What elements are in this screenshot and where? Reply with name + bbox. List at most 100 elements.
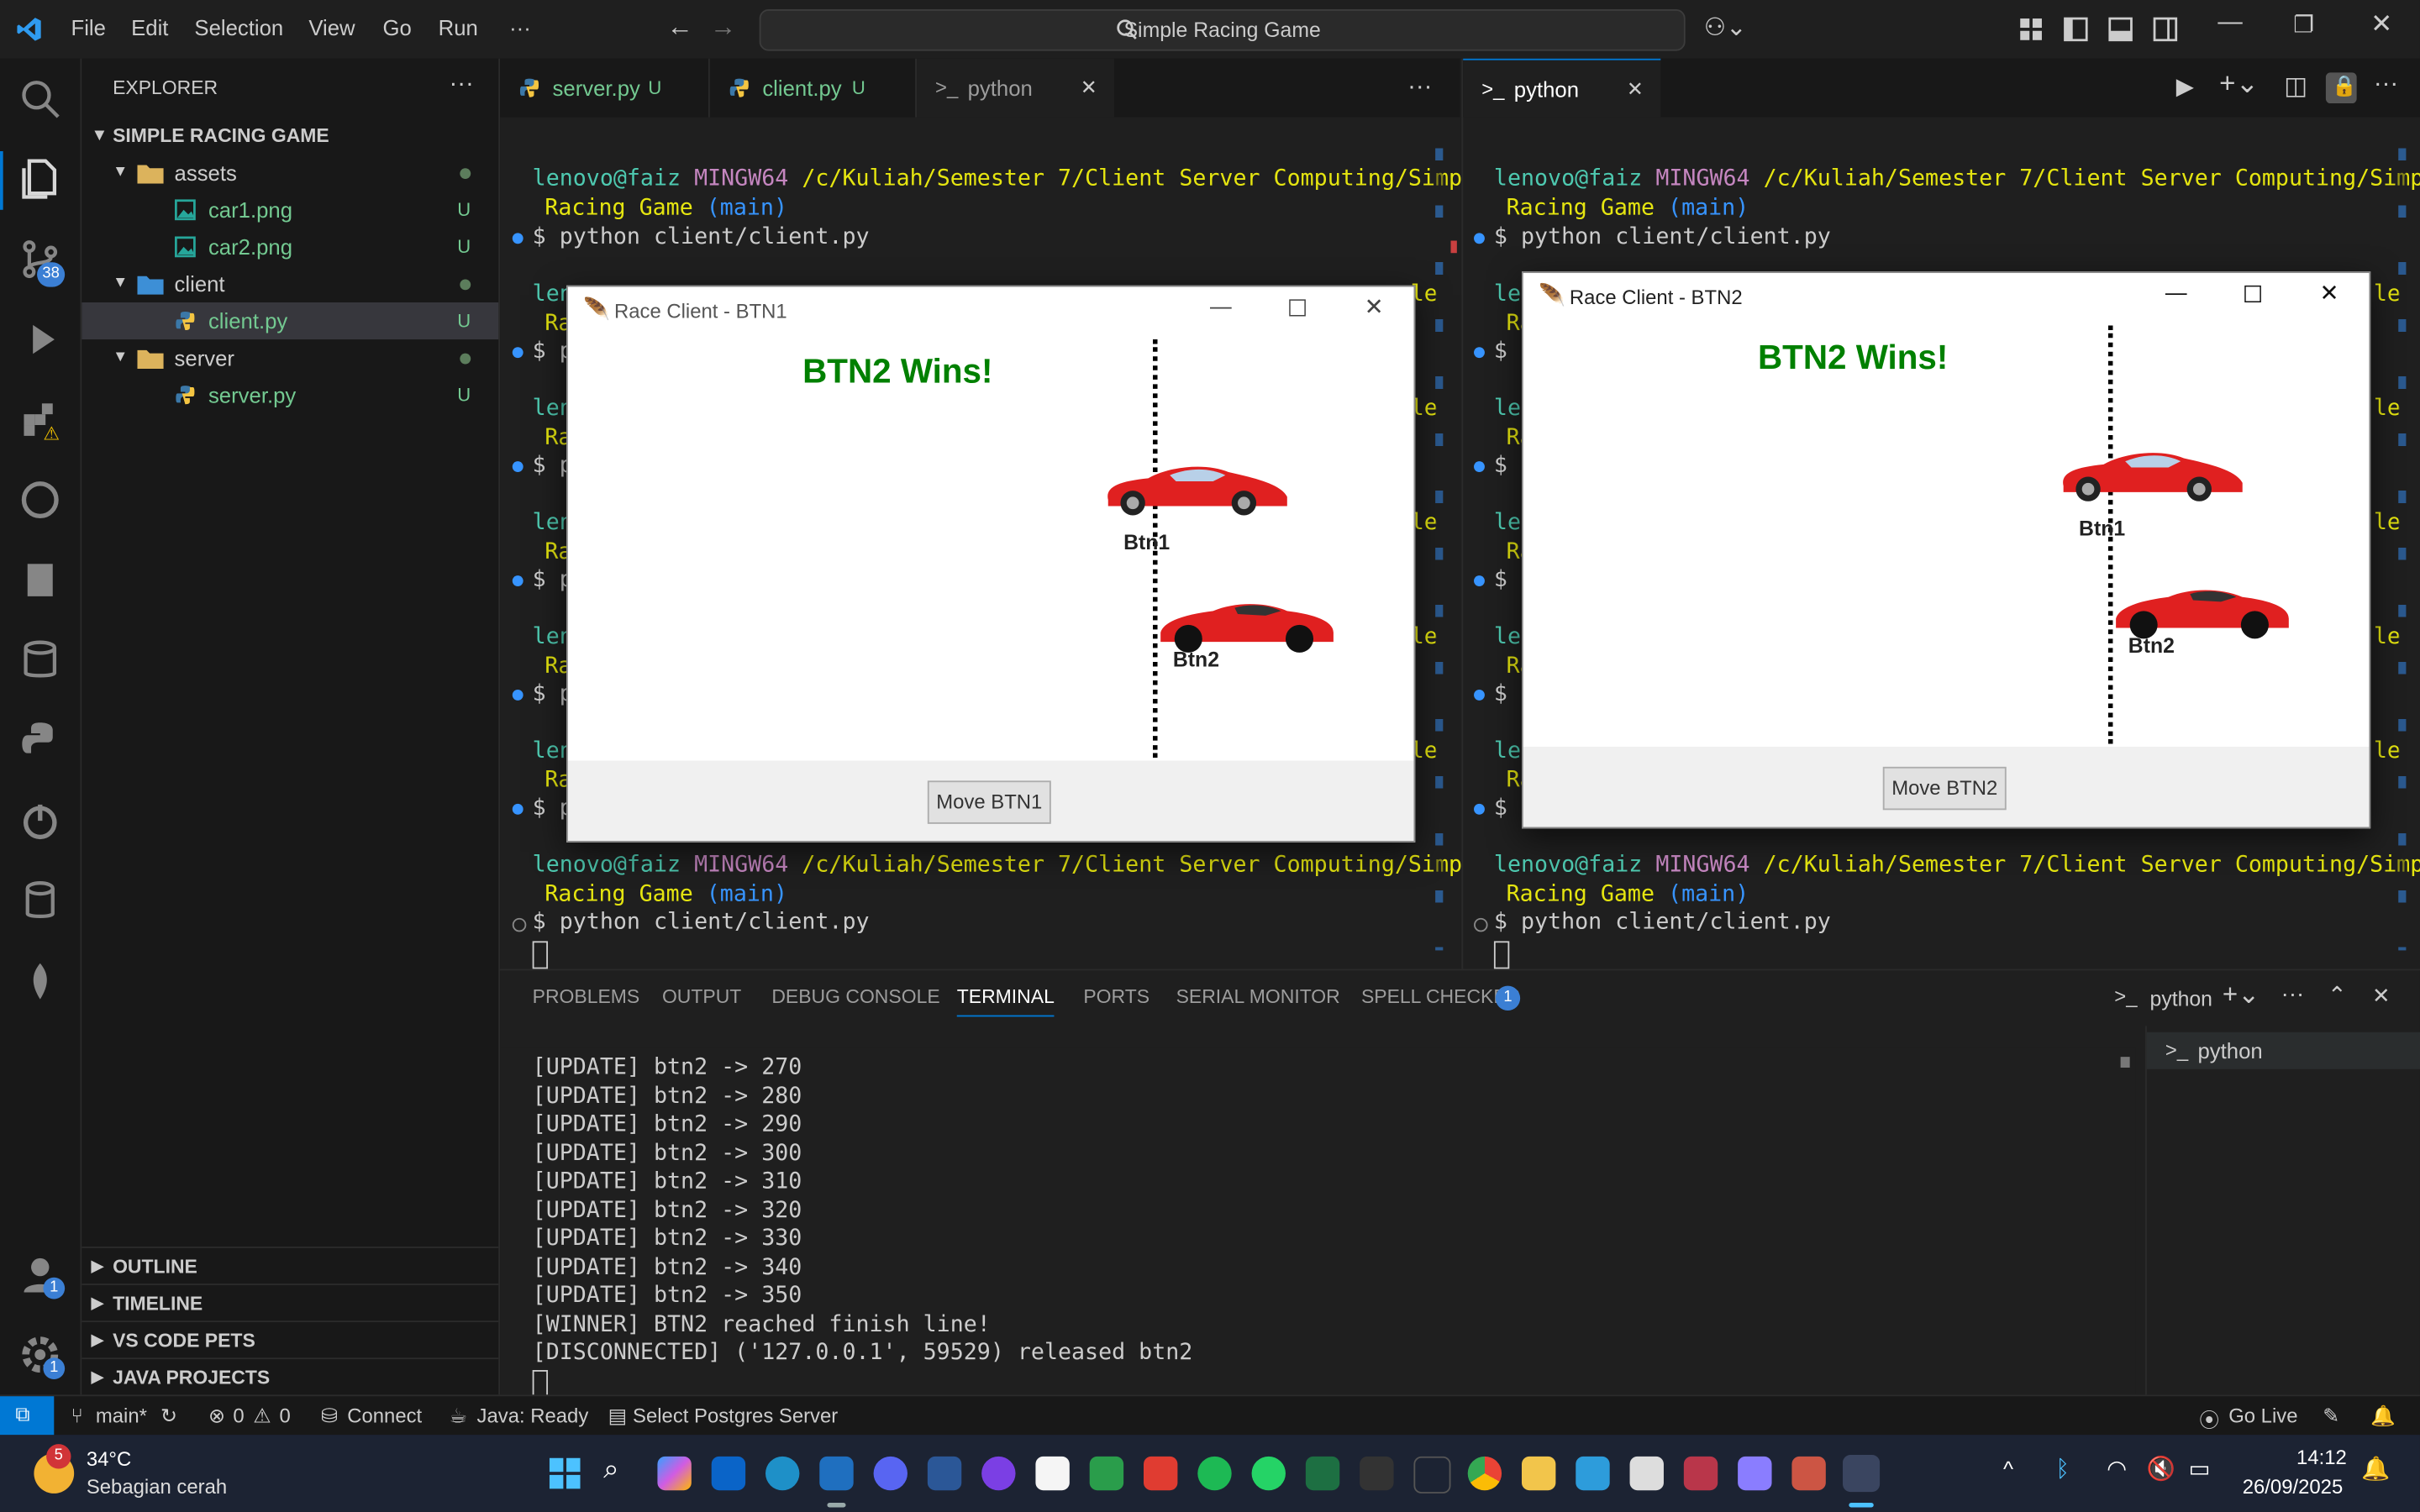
bluetooth-icon[interactable]: ᛒ bbox=[2055, 1457, 2070, 1483]
close-panel-icon[interactable]: ✕ bbox=[2372, 983, 2391, 1009]
copilot-taskbar-icon[interactable] bbox=[657, 1456, 692, 1491]
toggle-secondary-sidebar-icon[interactable] bbox=[2153, 17, 2178, 42]
search-icon[interactable] bbox=[18, 77, 61, 120]
window-titlebar[interactable]: 🪶 Race Client - BTN1 — ☐ ✕ bbox=[567, 286, 1414, 337]
tree-file-client-py[interactable]: client.py U bbox=[82, 302, 499, 340]
git-branch[interactable]: main* bbox=[96, 1404, 147, 1427]
figma-icon[interactable] bbox=[1413, 1456, 1451, 1494]
new-terminal-icon[interactable]: +⌄ bbox=[2223, 979, 2260, 1011]
close-tab-icon[interactable]: ✕ bbox=[1081, 59, 1097, 118]
run-icon[interactable]: ▶ bbox=[2176, 72, 2194, 100]
panel-terminal-name[interactable]: python bbox=[2150, 987, 2212, 1011]
customize-layout-icon[interactable] bbox=[2018, 17, 2043, 41]
explorer-more-icon[interactable]: ··· bbox=[449, 71, 473, 98]
section-java-projects[interactable]: ▶ JAVA PROJECTS bbox=[82, 1357, 499, 1396]
menu-go[interactable]: Go bbox=[383, 15, 412, 39]
panel-tab-debug-console[interactable]: DEBUG CONSOLE bbox=[771, 986, 939, 1008]
notion-icon[interactable] bbox=[1035, 1456, 1070, 1491]
close-window-icon[interactable]: ✕ bbox=[2320, 279, 2339, 307]
tab-server-py[interactable]: server.py U bbox=[500, 58, 710, 118]
explorer-root-folder[interactable]: ▼ SIMPLE RACING GAME bbox=[82, 118, 498, 155]
notification-center-icon[interactable]: 🔔 bbox=[2361, 1455, 2390, 1483]
panel-more-icon[interactable]: ··· bbox=[2281, 981, 2305, 1007]
panel-tab-problems[interactable]: PROBLEMS bbox=[533, 986, 640, 1008]
explorer-icon[interactable] bbox=[18, 157, 61, 200]
tab-python-terminal-right[interactable]: >_ python ✕ bbox=[1463, 58, 1661, 119]
postgres-status[interactable]: Select Postgres Server bbox=[633, 1404, 838, 1427]
remote-indicator[interactable]: ⧉ bbox=[0, 1396, 55, 1436]
section-vscode-pets[interactable]: ▶ VS CODE PETS bbox=[82, 1320, 499, 1359]
split-editor-icon[interactable]: ◫ bbox=[2284, 71, 2307, 102]
panel-tab-serial-monitor[interactable]: SERIAL MONITOR bbox=[1176, 986, 1340, 1008]
tracker-icon[interactable] bbox=[1089, 1456, 1124, 1491]
store-icon[interactable] bbox=[1576, 1456, 1610, 1491]
roblox-icon[interactable] bbox=[1629, 1456, 1664, 1491]
connect-status[interactable]: Connect bbox=[347, 1404, 422, 1427]
copilot-icon[interactable]: ⚇⌄ bbox=[1704, 13, 1747, 44]
editor-more-icon[interactable]: ··· bbox=[2374, 71, 2398, 98]
close-window-icon[interactable]: ✕ bbox=[2370, 9, 2392, 40]
java-status[interactable]: Java: Ready bbox=[477, 1404, 589, 1427]
back-arrow-icon[interactable]: ← bbox=[666, 13, 692, 44]
menu-run[interactable]: Run bbox=[439, 15, 478, 39]
scrollbar-thumb[interactable] bbox=[2120, 1057, 2130, 1068]
window-titlebar[interactable]: 🪶 Race Client - BTN2 — ☐ ✕ bbox=[1523, 273, 2370, 323]
restore-icon[interactable]: ❐ bbox=[2293, 11, 2314, 39]
lock-group-icon[interactable]: 🔒 bbox=[2325, 72, 2357, 104]
canva-icon[interactable] bbox=[981, 1456, 1016, 1491]
tree-folder-client[interactable]: ▼ client bbox=[82, 265, 498, 302]
excel-icon[interactable] bbox=[1305, 1456, 1340, 1491]
tray-overflow-icon[interactable]: ^ bbox=[2003, 1457, 2013, 1481]
tree-folder-assets[interactable]: ▼ assets bbox=[82, 155, 498, 192]
file-explorer-icon[interactable] bbox=[1521, 1456, 1556, 1491]
weather-temp[interactable]: 34°C bbox=[87, 1447, 131, 1471]
edge-browser-icon[interactable] bbox=[765, 1456, 800, 1491]
error-count[interactable]: 0 bbox=[233, 1404, 244, 1427]
minimize-icon[interactable]: — bbox=[1210, 293, 1232, 318]
database-icon[interactable] bbox=[18, 638, 61, 681]
tree-file-server-py[interactable]: server.py U bbox=[82, 376, 498, 413]
menu-file[interactable]: File bbox=[71, 15, 105, 39]
spotify-icon[interactable] bbox=[1197, 1456, 1232, 1491]
menu-view[interactable]: View bbox=[308, 15, 355, 39]
mongodb-leaf-icon[interactable] bbox=[18, 959, 61, 1002]
section-timeline[interactable]: ▶ TIMELINE bbox=[82, 1284, 499, 1322]
clock-date[interactable]: 26/09/2025 bbox=[2243, 1475, 2344, 1499]
epic-games-icon[interactable] bbox=[1360, 1456, 1394, 1491]
notifications-bell-icon[interactable]: 🔔 bbox=[2370, 1404, 2396, 1428]
maximize-icon[interactable]: ☐ bbox=[1287, 295, 1308, 323]
panel-tab-terminal[interactable]: TERMINAL bbox=[956, 986, 1055, 1017]
run-debug-icon[interactable] bbox=[18, 318, 61, 360]
terminal-list-item[interactable]: >_ python bbox=[2146, 1032, 2420, 1069]
menu-more[interactable]: ··· bbox=[509, 15, 531, 39]
tree-file-car1[interactable]: car1.png U bbox=[82, 192, 498, 228]
move-btn1-button[interactable]: Move BTN1 bbox=[927, 780, 1051, 824]
cylinder-db-icon[interactable] bbox=[18, 879, 61, 922]
close-tab-icon[interactable]: ✕ bbox=[1627, 60, 1644, 119]
vscode-taskbar-icon[interactable] bbox=[819, 1456, 854, 1491]
power-icon[interactable] bbox=[18, 799, 61, 842]
zotero-icon[interactable] bbox=[1143, 1456, 1178, 1491]
clock-time[interactable]: 14:12 bbox=[2296, 1446, 2347, 1469]
maximize-panel-icon[interactable]: ⌃ bbox=[2328, 981, 2347, 1009]
panel-tab-output[interactable]: OUTPUT bbox=[662, 986, 741, 1008]
forward-arrow-icon[interactable]: → bbox=[710, 13, 736, 44]
maximize-icon[interactable]: ☐ bbox=[2243, 281, 2264, 308]
outlook-icon[interactable] bbox=[711, 1456, 746, 1491]
go-live-button[interactable]: Go Live bbox=[2228, 1404, 2297, 1427]
tab-python-terminal[interactable]: >_ python ✕ bbox=[916, 58, 1115, 118]
whatsapp-icon[interactable] bbox=[1251, 1456, 1286, 1491]
tab-client-py[interactable]: client.py U bbox=[709, 58, 917, 118]
minimize-icon[interactable]: — bbox=[2217, 9, 2242, 37]
chrome-icon[interactable] bbox=[1467, 1456, 1502, 1491]
app-cube-icon[interactable] bbox=[1738, 1456, 1772, 1491]
python-tk-icon[interactable] bbox=[1843, 1455, 1881, 1493]
sync-icon[interactable]: ↻ bbox=[160, 1404, 177, 1428]
snip-icon[interactable] bbox=[1791, 1456, 1826, 1491]
add-terminal-icon[interactable]: +⌄ bbox=[2219, 68, 2259, 101]
tree-file-car2[interactable]: car2.png U bbox=[82, 228, 498, 265]
toggle-panel-icon[interactable] bbox=[2108, 17, 2133, 42]
menu-edit[interactable]: Edit bbox=[131, 15, 168, 39]
warning-count[interactable]: 0 bbox=[279, 1404, 290, 1427]
weather-condition[interactable]: Sebagian cerah bbox=[87, 1475, 227, 1499]
